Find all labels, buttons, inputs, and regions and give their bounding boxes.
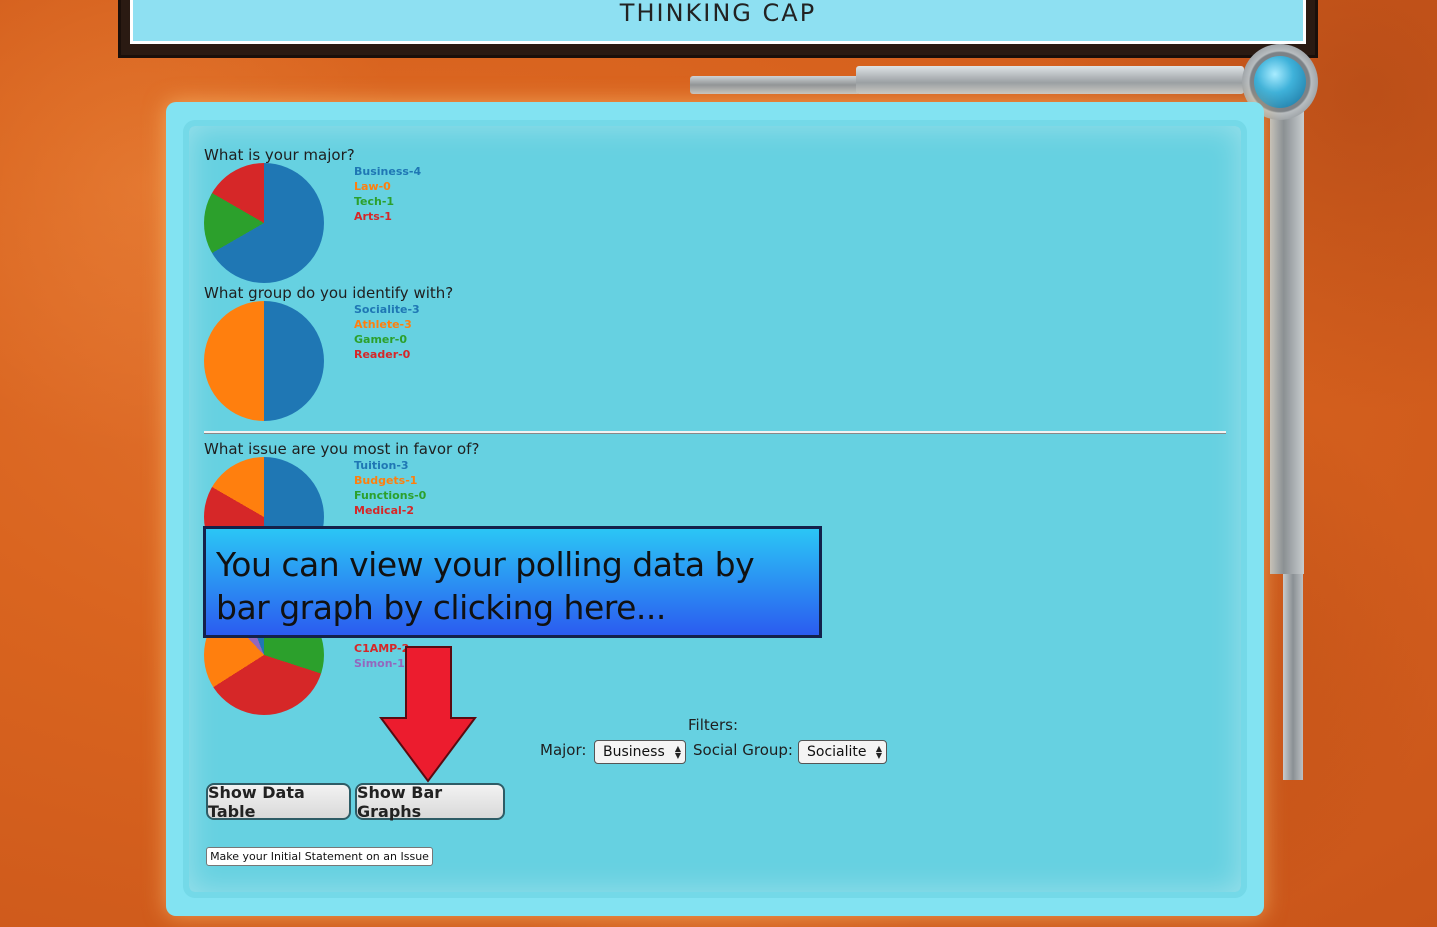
app-title: THINKING CAP [619,0,817,27]
legend-item: Gamer-0 [354,333,408,346]
select-arrows-icon: ▲ ▼ [674,744,681,760]
legend-item: Business-4 [354,165,422,178]
content-panel [183,120,1247,898]
pipe-decoration [1270,100,1304,574]
question-group-title: What group do you identify with? [204,284,454,302]
knob-glass [1254,56,1306,108]
legend-group: Socialite-3 Athlete-3 Gamer-0 Reader-0 [354,302,420,362]
question-issue-title: What issue are you most in favor of? [204,440,480,458]
initial-statement-button[interactable]: Make your Initial Statement on an Issue [206,847,433,866]
pie-chart-group [204,301,324,421]
header-banner: THINKING CAP [126,0,1310,48]
legend-item: Reader-0 [354,348,411,361]
legend-item: Tuition-3 [354,459,409,472]
legend-item: Law-0 [354,180,391,193]
social-filter-label: Social Group: [693,741,793,759]
show-bar-graphs-button[interactable]: Show Bar Graphs [355,783,505,821]
tutorial-callout: You can view your polling data by bar gr… [203,526,822,638]
social-select-value: Socialite [807,744,867,760]
social-group-select[interactable]: Socialite ▲ ▼ [798,740,887,764]
legend-item: Budgets-1 [354,474,418,487]
pipe-decoration [1283,574,1303,780]
major-select[interactable]: Business ▲ ▼ [594,740,686,764]
legend-item: Socialite-3 [354,303,420,316]
legend-item: Medical-2 [354,504,414,517]
legend-item: Athlete-3 [354,318,412,331]
legend-item: Arts-1 [354,210,392,223]
major-select-value: Business [603,744,665,760]
pipe-decoration [690,76,860,94]
question-major-title: What is your major? [204,146,355,164]
legend-item: Functions-0 [354,489,427,502]
filters-title: Filters: [688,716,739,734]
section-divider [204,431,1226,434]
legend-item: Tech-1 [354,195,395,208]
down-arrow-icon [379,646,477,783]
select-arrows-icon: ▲ ▼ [875,744,882,760]
pie-chart-major [204,163,324,283]
major-filter-label: Major: [540,741,587,759]
pipe-decoration [856,66,1244,94]
show-data-table-button[interactable]: Show Data Table [206,783,351,821]
legend-issue: Tuition-3 Budgets-1 Functions-0 Medical-… [354,458,426,518]
legend-major: Business-4 Law-0 Tech-1 Arts-1 [354,164,421,224]
